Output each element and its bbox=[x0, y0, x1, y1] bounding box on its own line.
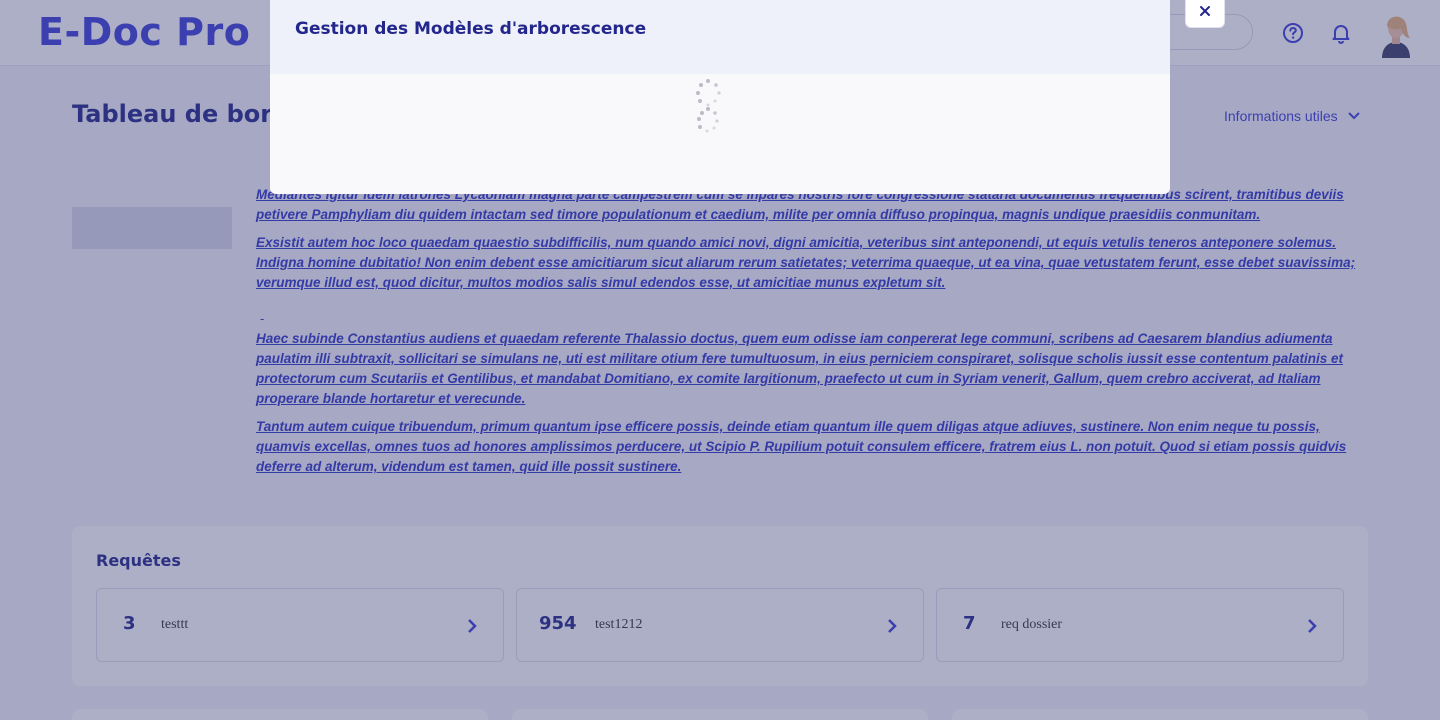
modal-header: Gestion des Modèles d'arborescence bbox=[270, 0, 1170, 74]
loading-spinner bbox=[696, 79, 721, 133]
close-icon bbox=[1200, 6, 1210, 16]
modal-close-button[interactable] bbox=[1185, 0, 1225, 28]
modal-title: Gestion des Modèles d'arborescence bbox=[295, 19, 647, 39]
tree-templates-modal: Gestion des Modèles d'arborescence bbox=[270, 0, 1170, 194]
